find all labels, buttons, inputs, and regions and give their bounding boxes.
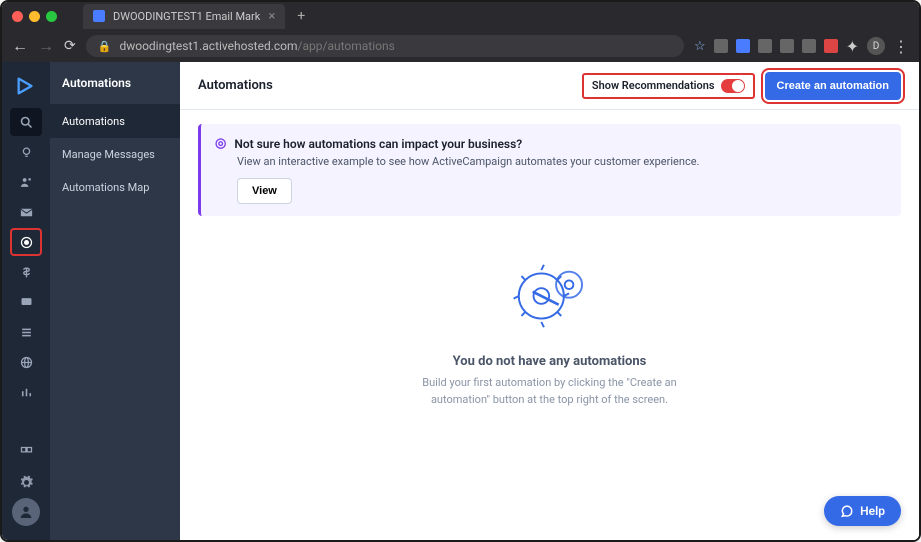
extension-icons: ☆ ✦ D ⋮: [694, 37, 909, 56]
nav-rail: [2, 62, 50, 540]
chat-icon: [840, 504, 854, 518]
extension-icon[interactable]: [714, 39, 728, 53]
subnav-header: Automations: [50, 62, 180, 105]
lock-icon: 🔒: [98, 40, 112, 53]
lightbulb-icon[interactable]: [10, 138, 42, 166]
show-recommendations-toggle[interactable]: Show Recommendations: [582, 73, 755, 99]
settings-gear-icon[interactable]: [10, 468, 42, 496]
window-minimize-button[interactable]: [29, 11, 40, 22]
extensions-puzzle-icon[interactable]: ✦: [846, 37, 859, 56]
gear-illustration: [490, 256, 610, 336]
empty-text: Build your first automation by clicking …: [420, 375, 680, 408]
toggle-switch[interactable]: [721, 79, 745, 93]
info-banner: ◎ Not sure how automations can impact yo…: [198, 124, 901, 216]
back-button[interactable]: ←: [12, 36, 28, 56]
extension-icon[interactable]: [802, 39, 816, 53]
new-tab-button[interactable]: +: [297, 8, 305, 24]
header-actions: Show Recommendations Create an automatio…: [582, 72, 901, 100]
user-avatar[interactable]: [12, 498, 40, 526]
search-icon[interactable]: [10, 108, 42, 136]
subnav: Automations Automations Manage Messages …: [50, 62, 180, 540]
subnav-item-manage-messages[interactable]: Manage Messages: [50, 138, 180, 171]
extension-icon[interactable]: [758, 39, 772, 53]
lists-icon[interactable]: [10, 318, 42, 346]
conversations-icon[interactable]: [10, 288, 42, 316]
banner-title: Not sure how automations can impact your…: [234, 137, 522, 151]
profile-avatar[interactable]: D: [867, 37, 885, 55]
browser-toolbar: ← → ⟳ 🔒 dwoodingtest1.activehosted.com/a…: [2, 30, 919, 62]
help-button[interactable]: Help: [824, 496, 901, 526]
contacts-icon[interactable]: [10, 168, 42, 196]
address-bar[interactable]: 🔒 dwoodingtest1.activehosted.com/app/aut…: [86, 35, 684, 57]
page-title: Automations: [198, 78, 273, 93]
main-content: Automations Show Recommendations Create …: [180, 62, 919, 540]
subnav-item-automations[interactable]: Automations: [50, 105, 180, 138]
browser-window: DWOODINGTEST1 Email Mark × + ← → ⟳ 🔒 dwo…: [0, 0, 921, 542]
banner-heading: ◎ Not sure how automations can impact yo…: [215, 136, 887, 151]
create-automation-button[interactable]: Create an automation: [765, 72, 901, 100]
bookmark-icon[interactable]: ☆: [694, 39, 706, 54]
app-logo[interactable]: [10, 70, 42, 102]
tab-close-icon[interactable]: ×: [268, 9, 275, 24]
subnav-item-automations-map[interactable]: Automations Map: [50, 171, 180, 204]
empty-state: You do not have any automations Build yo…: [198, 216, 901, 408]
empty-title: You do not have any automations: [198, 354, 901, 369]
campaigns-icon[interactable]: [10, 198, 42, 226]
window-maximize-button[interactable]: [46, 11, 57, 22]
extension-icon[interactable]: [736, 39, 750, 53]
automations-icon[interactable]: [10, 228, 42, 256]
extension-icon[interactable]: [780, 39, 794, 53]
info-icon: ◎: [215, 136, 226, 151]
window-close-button[interactable]: [12, 11, 23, 22]
apps-icon[interactable]: [10, 438, 42, 466]
banner-subtitle: View an interactive example to see how A…: [237, 155, 887, 168]
url-text: dwoodingtest1.activehosted.com/app/autom…: [119, 39, 394, 53]
extension-icon[interactable]: [824, 39, 838, 53]
help-label: Help: [860, 504, 885, 518]
browser-tab[interactable]: DWOODINGTEST1 Email Mark ×: [83, 4, 285, 29]
site-icon[interactable]: [10, 348, 42, 376]
main-header: Automations Show Recommendations Create …: [180, 62, 919, 110]
browser-menu-icon[interactable]: ⋮: [893, 37, 909, 56]
window-titlebar: DWOODINGTEST1 Email Mark × +: [2, 2, 919, 30]
tab-favicon: [93, 10, 105, 22]
deals-icon[interactable]: [10, 258, 42, 286]
banner-view-button[interactable]: View: [237, 178, 292, 204]
forward-button[interactable]: →: [38, 36, 54, 56]
reports-icon[interactable]: [10, 378, 42, 406]
reload-button[interactable]: ⟳: [64, 38, 76, 54]
app-body: Automations Automations Manage Messages …: [2, 62, 919, 540]
tab-title: DWOODINGTEST1 Email Mark: [113, 10, 260, 23]
recs-label: Show Recommendations: [592, 79, 715, 92]
content-area: ◎ Not sure how automations can impact yo…: [180, 110, 919, 540]
